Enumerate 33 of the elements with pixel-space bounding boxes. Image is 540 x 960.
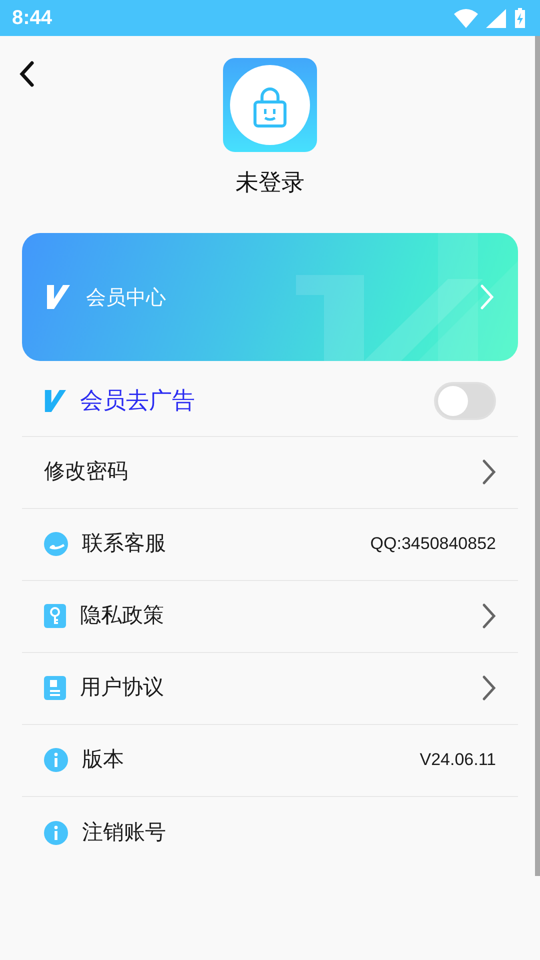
setting-label: 修改密码 — [44, 458, 128, 486]
vip-v-icon — [44, 389, 66, 413]
wifi-icon — [454, 8, 478, 28]
settings-row[interactable]: 用户协议 — [22, 652, 518, 724]
battery-icon — [514, 8, 526, 28]
document-icon — [44, 676, 66, 700]
setting-value: QQ:3450840852 — [370, 533, 496, 556]
chevron-right-icon — [482, 603, 496, 629]
setting-label: 版本 — [82, 746, 124, 774]
settings-row[interactable]: 隐私政策 — [22, 580, 518, 652]
status-time: 8:44 — [12, 6, 52, 31]
lock-face-icon — [230, 65, 310, 145]
chevron-right-icon — [480, 284, 494, 310]
chevron-right-icon — [482, 459, 496, 485]
settings-row[interactable]: 修改密码 — [22, 436, 518, 508]
setting-value: V24.06.11 — [420, 749, 496, 772]
setting-label: 隐私政策 — [80, 602, 164, 630]
info-icon — [44, 748, 68, 772]
setting-label: 注销账号 — [82, 818, 166, 846]
ad-free-toggle[interactable] — [434, 382, 496, 420]
setting-label: 会员去广告 — [80, 386, 195, 416]
setting-label: 用户协议 — [80, 674, 164, 702]
settings-row[interactable]: 注销账号 — [22, 796, 518, 868]
login-status: 未登录 — [236, 169, 304, 198]
avatar[interactable] — [223, 58, 317, 152]
info-icon — [44, 820, 68, 844]
headset-icon — [44, 532, 68, 556]
vip-center-label: 会员中心 — [86, 284, 166, 310]
chevron-right-icon — [482, 675, 496, 701]
signal-icon — [486, 8, 506, 28]
setting-label: 联系客服 — [82, 530, 166, 558]
vip-v-icon — [46, 284, 70, 308]
key-icon — [44, 604, 66, 628]
